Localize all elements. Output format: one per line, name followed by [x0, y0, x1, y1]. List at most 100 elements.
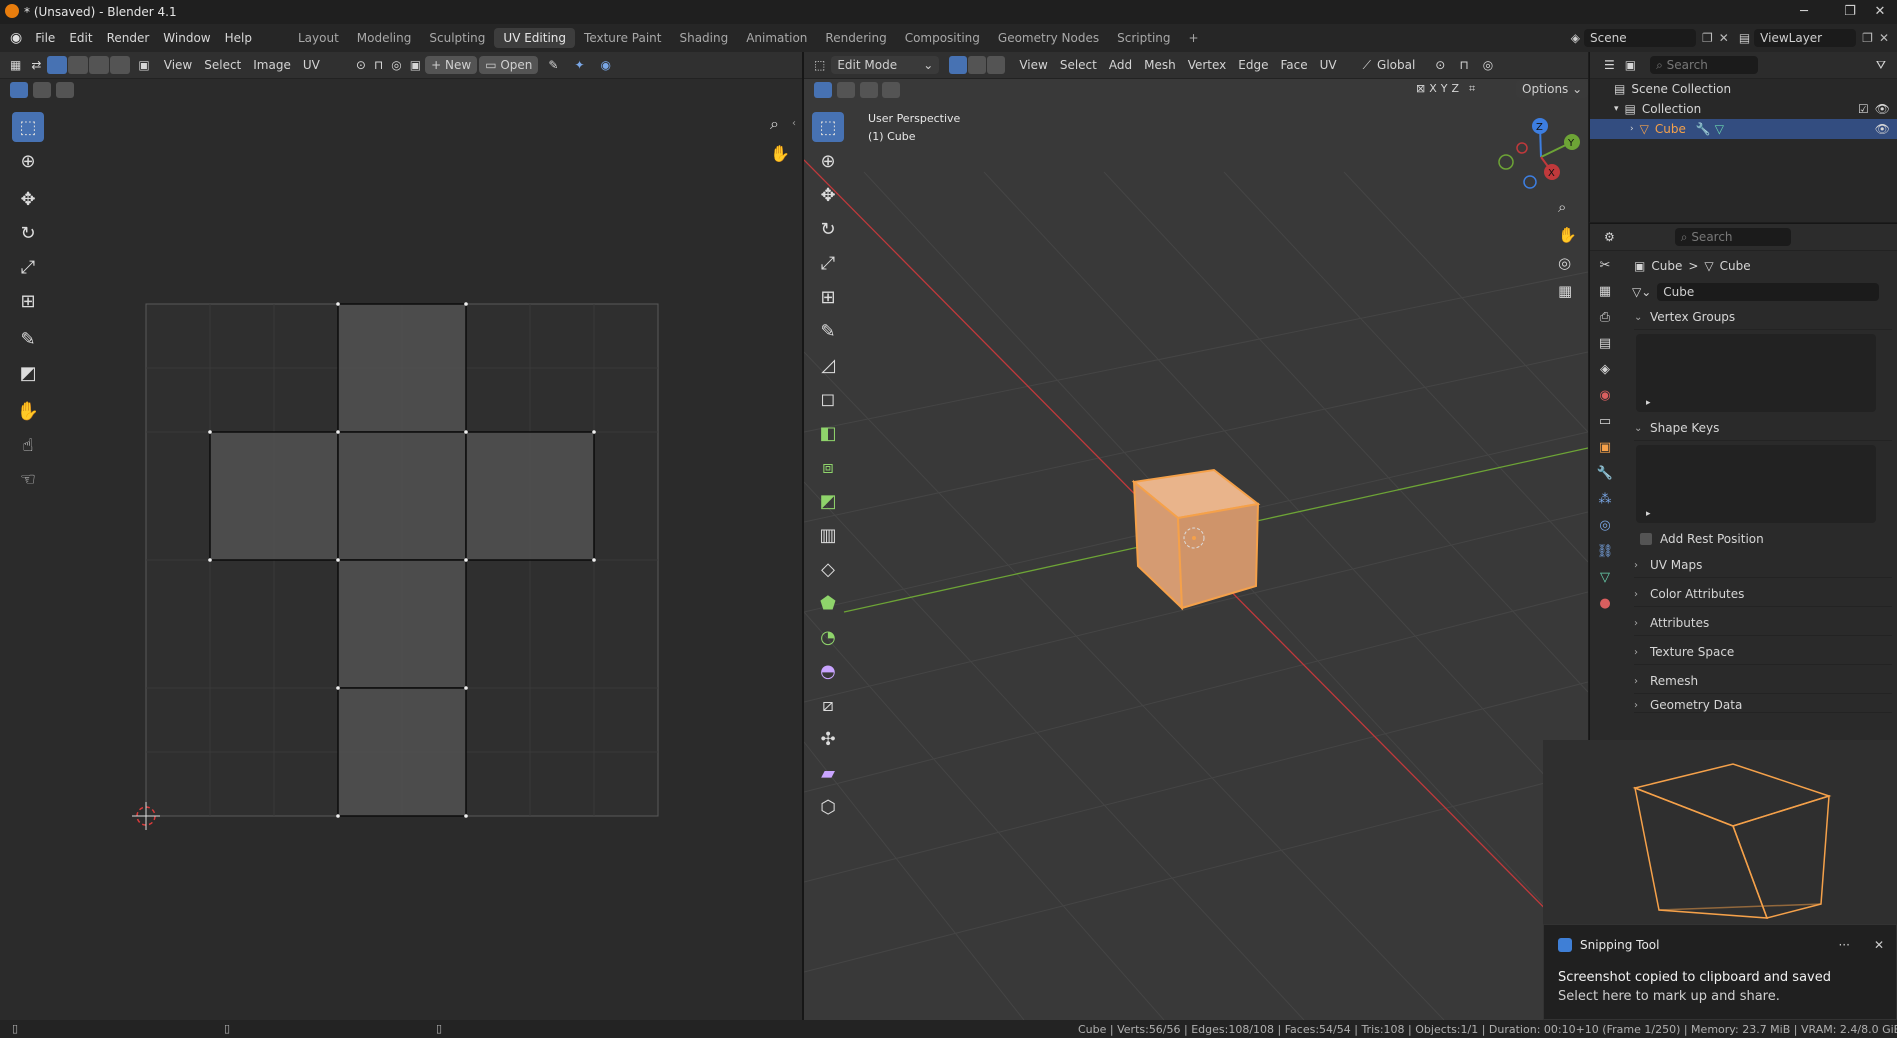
poly-build-tool[interactable]: ⬟	[812, 588, 844, 618]
outliner-row-collection[interactable]: ▾ ▤ Collection ☑ 👁	[1590, 99, 1897, 119]
uv-face-center[interactable]	[337, 431, 467, 561]
tab-sculpting[interactable]: Sculpting	[420, 28, 494, 48]
tab-uv-editing[interactable]: UV Editing	[494, 28, 576, 48]
extrude-tool[interactable]: ◧	[812, 418, 844, 448]
view-layer-tab-icon[interactable]: ▤	[1594, 332, 1616, 354]
properties-search[interactable]: ⌕ Search	[1674, 228, 1791, 246]
vertex-groups-list[interactable]: ▸	[1636, 334, 1876, 412]
vp-zoom-icon[interactable]: ⌕	[1558, 198, 1566, 216]
visibility-eye-icon[interactable]: 👁	[1875, 122, 1890, 136]
measure-tool[interactable]: ◿	[812, 350, 844, 380]
view-layer-selector[interactable]: ViewLayer	[1754, 29, 1857, 47]
menu-help[interactable]: Help	[218, 31, 259, 45]
loop-cut-tool[interactable]: ▥	[812, 520, 844, 550]
smooth-tool[interactable]: ◓	[812, 656, 844, 686]
panel-color-attributes[interactable]: › Color Attributes	[1634, 582, 1892, 607]
output-tab-icon[interactable]: ⎙	[1594, 306, 1616, 328]
panel-vertex-groups[interactable]: ⌄ Vertex Groups	[1634, 305, 1892, 330]
outliner-row-scene-collection[interactable]: ▤ Scene Collection	[1590, 79, 1897, 99]
snipping-tool-notification[interactable]: Snipping Tool ··· ✕ Screenshot copied to…	[1543, 924, 1897, 1020]
tab-shading[interactable]: Shading	[670, 28, 737, 48]
constraints-tab-icon[interactable]: ⛓	[1594, 540, 1616, 562]
inset-tool[interactable]: ⧈	[812, 452, 844, 482]
vp-move-tool[interactable]: ✥	[812, 180, 844, 210]
outliner-row-cube[interactable]: › ▽ Cube 🔧 ▽ 👁	[1590, 119, 1897, 139]
collection-tab-icon[interactable]: ▭	[1594, 410, 1616, 432]
expand-icon[interactable]: ›	[1630, 124, 1634, 134]
render-tab-icon[interactable]: ▦	[1594, 280, 1616, 302]
filter-icon[interactable]: ⛛	[1876, 58, 1886, 73]
tool-tab-icon[interactable]: ✂	[1594, 254, 1616, 276]
vp-scale-tool[interactable]: ⤢	[812, 248, 844, 278]
uv-face-top[interactable]	[337, 303, 467, 433]
panel-attributes[interactable]: › Attributes	[1634, 611, 1892, 636]
panel-remesh[interactable]: › Remesh	[1634, 669, 1892, 694]
add-workspace-button[interactable]: +	[1180, 28, 1208, 48]
properties-type-icon[interactable]: ⚙	[1604, 230, 1615, 244]
world-tab-icon[interactable]: ◉	[1594, 384, 1616, 406]
ortho-toggle-icon[interactable]: ▦	[1558, 282, 1572, 300]
notification-more-button[interactable]: ···	[1838, 938, 1849, 952]
vp-annotate-tool[interactable]: ✎	[812, 316, 844, 346]
vp-rotate-tool[interactable]: ↻	[812, 214, 844, 244]
scene-icon[interactable]: ◈	[1571, 31, 1580, 45]
spin-tool[interactable]: ◔	[812, 622, 844, 652]
rip-region-tool[interactable]: ⬡	[812, 792, 844, 822]
material-tab-icon[interactable]: ●	[1594, 592, 1616, 614]
vp-cursor-tool[interactable]: ⊕	[812, 146, 844, 176]
menu-edit[interactable]: Edit	[62, 31, 99, 45]
bevel-tool[interactable]: ◩	[812, 486, 844, 516]
uv-face-right[interactable]	[465, 431, 595, 561]
tab-geometry-nodes[interactable]: Geometry Nodes	[989, 28, 1108, 48]
display-mode-icon[interactable]: ▣	[1625, 58, 1636, 72]
visibility-eye-icon[interactable]: 👁	[1875, 102, 1890, 116]
knife-tool[interactable]: ◇	[812, 554, 844, 584]
outliner-type-icon[interactable]: ☰	[1604, 58, 1615, 72]
viewport-scene[interactable]	[804, 52, 1588, 1020]
add-cube-tool[interactable]: ◻	[812, 384, 844, 414]
modifier-tab-icon[interactable]: 🔧	[1594, 462, 1616, 484]
scene-tab-icon[interactable]: ◈	[1594, 358, 1616, 380]
physics-tab-icon[interactable]: ◎	[1594, 514, 1616, 536]
tab-compositing[interactable]: Compositing	[896, 28, 989, 48]
blender-menu-icon[interactable]: ◉	[10, 30, 22, 46]
panel-texture-space[interactable]: › Texture Space	[1634, 640, 1892, 665]
tab-animation[interactable]: Animation	[737, 28, 816, 48]
shear-tool[interactable]: ▰	[812, 758, 844, 788]
add-rest-position-checkbox[interactable]	[1640, 533, 1652, 545]
delete-view-layer-icon[interactable]: ✕	[1879, 31, 1889, 45]
camera-view-icon[interactable]: ◎	[1558, 254, 1571, 272]
tab-texture-paint[interactable]: Texture Paint	[575, 28, 670, 48]
menu-render[interactable]: Render	[100, 31, 157, 45]
uv-canvas[interactable]	[0, 52, 802, 1020]
mesh-browse-icon[interactable]: ▽⌄	[1632, 285, 1651, 299]
panel-shape-keys[interactable]: ⌄ Shape Keys	[1634, 416, 1892, 441]
exclude-checkbox[interactable]: ☑	[1858, 102, 1869, 116]
shape-keys-list[interactable]: ▸	[1636, 445, 1876, 523]
edge-slide-tool[interactable]: ⧄	[812, 690, 844, 720]
tab-scripting[interactable]: Scripting	[1108, 28, 1179, 48]
uv-face-lower[interactable]	[337, 559, 467, 689]
panel-uv-maps[interactable]: › UV Maps	[1634, 553, 1892, 578]
outliner-search[interactable]: ⌕ Search	[1650, 56, 1759, 74]
cube-mesh[interactable]	[1131, 468, 1261, 611]
vp-pan-icon[interactable]: ✋	[1558, 226, 1577, 244]
tab-rendering[interactable]: Rendering	[816, 28, 895, 48]
close-button[interactable]: ✕	[1857, 0, 1897, 24]
expand-icon[interactable]: ▾	[1614, 104, 1619, 114]
menu-file[interactable]: File	[28, 31, 62, 45]
shrink-fatten-tool[interactable]: ✣	[812, 724, 844, 754]
data-tab-icon[interactable]: ▽	[1594, 566, 1616, 588]
delete-scene-icon[interactable]: ✕	[1719, 31, 1729, 45]
particles-tab-icon[interactable]: ⁂	[1594, 488, 1616, 510]
new-view-layer-icon[interactable]: ❐	[1862, 31, 1873, 45]
vp-select-box-tool[interactable]: ⬚	[812, 112, 844, 142]
tab-modeling[interactable]: Modeling	[348, 28, 421, 48]
vp-transform-tool[interactable]: ⊞	[812, 282, 844, 312]
navigation-gizmo[interactable]: Z Y X	[1496, 112, 1586, 202]
object-tab-icon[interactable]: ▣	[1594, 436, 1616, 458]
notification-close-button[interactable]: ✕	[1874, 938, 1884, 952]
menu-window[interactable]: Window	[156, 31, 217, 45]
panel-geometry-data[interactable]: › Geometry Data	[1634, 698, 1892, 713]
mesh-name-field[interactable]: Cube	[1657, 283, 1880, 301]
